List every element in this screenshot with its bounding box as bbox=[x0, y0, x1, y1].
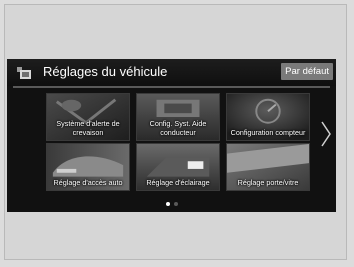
tile-meter-config[interactable]: Configuration compteur bbox=[226, 93, 310, 141]
tile-door-window-setting[interactable]: Réglage porte/vitre bbox=[226, 143, 310, 191]
tile-label: Réglage d'éclairage bbox=[146, 178, 210, 187]
tile-driver-assist-config[interactable]: Config. Syst. Aide conducteur bbox=[136, 93, 220, 141]
tile-auto-access-setting[interactable]: Réglage d'accès auto bbox=[46, 143, 130, 191]
tile-label: Système d'alerte de crevaison bbox=[56, 119, 120, 137]
page-dot-active bbox=[165, 202, 170, 206]
tile-lighting-setting[interactable]: Réglage d'éclairage bbox=[136, 143, 220, 191]
tile-label: Config. Syst. Aide conducteur bbox=[149, 119, 207, 137]
chevron-right-icon[interactable] bbox=[321, 121, 331, 147]
page-dot-inactive bbox=[173, 202, 178, 206]
page-title: Réglages du véhicule bbox=[43, 64, 168, 79]
tile-tire-pressure-alert[interactable]: Système d'alerte de crevaison bbox=[46, 93, 130, 141]
page-indicator bbox=[7, 202, 336, 206]
header-divider bbox=[13, 86, 330, 88]
settings-car-icon bbox=[17, 67, 31, 79]
vehicle-settings-screen: Réglages du véhicule Par défaut Système … bbox=[7, 59, 336, 212]
tile-label: Réglage porte/vitre bbox=[237, 178, 299, 187]
header-bar: Réglages du véhicule Par défaut bbox=[7, 59, 336, 86]
default-button[interactable]: Par défaut bbox=[281, 63, 333, 80]
tile-label: Réglage d'accès auto bbox=[53, 178, 123, 187]
tile-label: Configuration compteur bbox=[230, 128, 306, 137]
